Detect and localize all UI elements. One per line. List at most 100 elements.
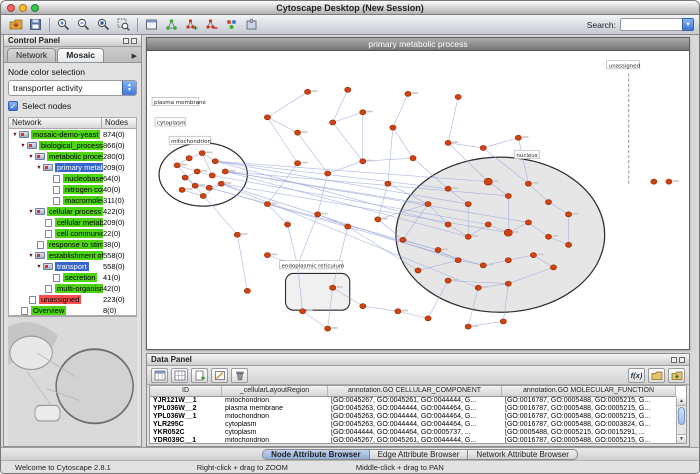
open-attribute-file-icon[interactable] <box>668 368 685 383</box>
network-node[interactable] <box>199 150 205 155</box>
network-node[interactable] <box>264 253 270 258</box>
table-row[interactable]: YKR052Ccytoplasm[GO:0044444, GO:0044464,… <box>150 429 676 437</box>
plugins-icon[interactable] <box>242 16 261 33</box>
network-node[interactable] <box>212 159 218 164</box>
network-node[interactable] <box>515 135 521 140</box>
network-node[interactable] <box>179 187 185 192</box>
tree-expander-icon[interactable]: ▼ <box>35 264 43 270</box>
network-node[interactable] <box>244 288 250 293</box>
network-node[interactable] <box>405 91 411 96</box>
edit-attribute-icon[interactable] <box>211 368 228 383</box>
close-panel-icon[interactable] <box>679 357 685 363</box>
tree-column-nodes[interactable]: Nodes <box>101 117 137 129</box>
network-node[interactable] <box>390 125 396 130</box>
table-row[interactable]: YPL036W__1mitochondrion[GO:0045263, GO:0… <box>150 413 676 421</box>
minimize-button[interactable] <box>19 4 27 12</box>
network-node[interactable] <box>345 224 351 229</box>
search-dropdown-arrow-icon[interactable]: ▼ <box>682 18 694 31</box>
network-node[interactable] <box>445 222 451 227</box>
network-node[interactable] <box>425 201 431 206</box>
network-node[interactable] <box>445 186 451 191</box>
network-node[interactable] <box>345 87 351 92</box>
zoom-selected-region-icon[interactable] <box>114 16 133 33</box>
column-header[interactable]: _cellularLayoutRegion <box>222 386 328 397</box>
network-add-icon[interactable] <box>182 16 201 33</box>
network-node[interactable] <box>475 285 481 290</box>
tree-expander-icon[interactable]: ▼ <box>27 209 35 215</box>
zoom-out-icon[interactable] <box>74 16 93 33</box>
network-node[interactable] <box>395 309 401 314</box>
delete-attribute-icon[interactable] <box>231 368 248 383</box>
column-header[interactable]: ID <box>150 386 222 397</box>
unselect-attributes-icon[interactable] <box>171 368 188 383</box>
maximize-button[interactable] <box>31 4 39 12</box>
tree-column-network[interactable]: Network <box>8 117 101 129</box>
tree-row[interactable]: Overview8(0) <box>9 305 136 316</box>
new-attribute-icon[interactable] <box>191 368 208 383</box>
network-node[interactable] <box>325 171 331 176</box>
tab-edge-attribute-browser[interactable]: Edge Attribute Browser <box>370 449 469 460</box>
network-node[interactable] <box>360 159 366 164</box>
tab-network-attribute-browser[interactable]: Network Attribute Browser <box>468 449 577 460</box>
tab-overflow-arrow-icon[interactable]: ▶ <box>132 52 139 62</box>
network-node[interactable] <box>500 319 506 324</box>
tree-row[interactable]: cellular metabo209(0) <box>9 217 136 228</box>
close-button[interactable] <box>7 4 15 12</box>
birds-eye-view[interactable] <box>8 316 137 446</box>
network-node[interactable] <box>192 183 198 188</box>
network-node[interactable] <box>182 175 188 180</box>
network-node[interactable] <box>410 156 416 161</box>
network-node[interactable] <box>480 145 486 150</box>
network-remove-icon[interactable] <box>202 16 221 33</box>
network-green-icon[interactable] <box>162 16 181 33</box>
network-node[interactable] <box>455 94 461 99</box>
network-node[interactable] <box>299 309 305 314</box>
network-node[interactable] <box>375 217 381 222</box>
network-node[interactable] <box>565 212 571 217</box>
table-row[interactable]: YDR039C__1mitochondrion[GO:0045267, GO:0… <box>150 437 676 443</box>
network-node[interactable] <box>425 316 431 321</box>
table-row[interactable]: YPL036W__2plasma membrane[GO:0045263, GO… <box>150 405 676 413</box>
network-node[interactable] <box>294 161 300 166</box>
network-node[interactable] <box>315 212 321 217</box>
search-input[interactable] <box>620 18 682 31</box>
network-node[interactable] <box>525 181 531 186</box>
network-node[interactable] <box>484 178 492 185</box>
scroll-down-icon[interactable]: ▼ <box>677 434 686 443</box>
float-panel-icon[interactable] <box>123 38 129 44</box>
network-node[interactable] <box>455 258 461 263</box>
network-node[interactable] <box>465 324 471 329</box>
tab-network[interactable]: Network <box>7 48 56 62</box>
select-attributes-icon[interactable] <box>151 368 168 383</box>
network-node[interactable] <box>209 173 215 178</box>
tree-expander-icon[interactable]: ▼ <box>35 165 43 171</box>
zoom-in-icon[interactable] <box>54 16 73 33</box>
network-node[interactable] <box>666 179 672 184</box>
network-node[interactable] <box>505 193 511 198</box>
network-node[interactable] <box>465 234 471 239</box>
import-network-icon[interactable] <box>6 16 25 33</box>
table-row[interactable]: YLR295Ccytoplasm[GO:0045263, GO:0044444,… <box>150 421 676 429</box>
network-node[interactable] <box>485 222 491 227</box>
select-nodes-checkbox[interactable]: ✓ <box>8 101 18 111</box>
tree-row[interactable]: multi-organism pro42(0) <box>9 283 136 294</box>
save-session-icon[interactable] <box>26 16 45 33</box>
tree-expander-icon[interactable]: ▼ <box>27 253 35 259</box>
network-node[interactable] <box>360 110 366 115</box>
network-node[interactable] <box>360 304 366 309</box>
formula-builder-icon[interactable]: f(x) <box>628 368 645 383</box>
tree-row[interactable]: ▼establishment of lo558(0) <box>9 250 136 261</box>
tree-expander-icon[interactable]: ▼ <box>19 143 27 149</box>
import-attributes-icon[interactable] <box>648 368 665 383</box>
close-panel-icon[interactable] <box>131 38 137 44</box>
network-node[interactable] <box>194 169 200 174</box>
network-node[interactable] <box>415 268 421 273</box>
tab-mosaic[interactable]: Mosaic <box>57 48 104 62</box>
tree-row[interactable]: response to stimul38(0) <box>9 239 136 250</box>
network-node[interactable] <box>445 278 451 283</box>
table-row[interactable]: YJR121W__1mitochondrion[GO:0045267, GO:0… <box>150 397 676 405</box>
tab-node-attribute-browser[interactable]: Node Attribute Browser <box>262 449 370 460</box>
network-node[interactable] <box>400 237 406 242</box>
network-node[interactable] <box>525 220 531 225</box>
network-node[interactable] <box>330 120 336 125</box>
